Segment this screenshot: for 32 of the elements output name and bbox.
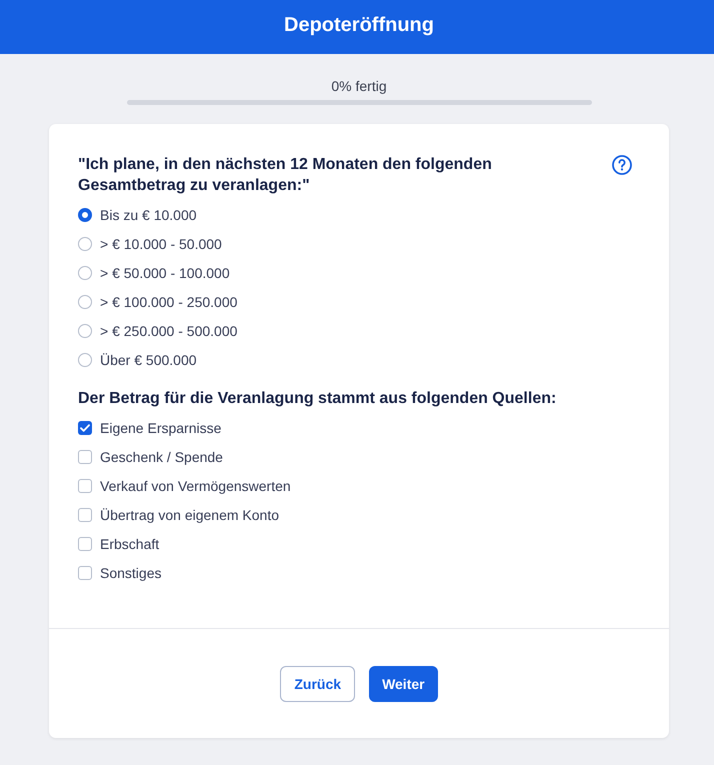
- checkbox[interactable]: [78, 478, 92, 492]
- option-label: Über € 500.000: [100, 350, 197, 370]
- checkbox[interactable]: [78, 420, 92, 434]
- checkbox[interactable]: [78, 536, 92, 550]
- radio-button[interactable]: [78, 236, 92, 250]
- radio-button[interactable]: [78, 208, 92, 222]
- radio-button[interactable]: [78, 352, 92, 366]
- help-icon[interactable]: [612, 155, 632, 175]
- radio-button[interactable]: [78, 324, 92, 338]
- next-button[interactable]: Weiter: [369, 666, 438, 702]
- option-label: > € 10.000 - 50.000: [100, 234, 222, 254]
- question-text: "Ich plane, in den nächsten 12 Monaten den folgenden Gesamtbetrag zu veranlagen:": [78, 155, 493, 196]
- section-heading: Der Betrag für die Veranlagung stammt aus folgenden Quellen:: [78, 389, 558, 409]
- check-icon: [80, 424, 90, 432]
- progress-label: 0% fertig: [331, 77, 387, 96]
- option-label: Geschenk / Spende: [100, 448, 223, 466]
- option-label: > € 250.000 - 500.000: [100, 322, 238, 340]
- page-title: Depoteröffnung: [284, 13, 434, 38]
- option-label: Sonstiges: [100, 564, 162, 582]
- radio-button[interactable]: [78, 294, 92, 308]
- checkbox[interactable]: [78, 508, 92, 522]
- option-label: > € 50.000 - 100.000: [100, 264, 230, 282]
- checkbox[interactable]: [78, 566, 92, 580]
- option-label: Verkauf von Vermögenswerten: [100, 476, 291, 496]
- option-label: Übertrag von eigenem Konto: [100, 506, 279, 524]
- back-button[interactable]: Zurück: [280, 666, 356, 702]
- radio-button[interactable]: [78, 266, 92, 280]
- option-label: Erbschaft: [100, 534, 160, 554]
- checkbox[interactable]: [78, 450, 92, 464]
- option-label: Bis zu € 10.000: [100, 206, 197, 224]
- option-label: Eigene Ersparnisse: [100, 418, 222, 438]
- option-label: > € 100.000 - 250.000: [100, 292, 238, 312]
